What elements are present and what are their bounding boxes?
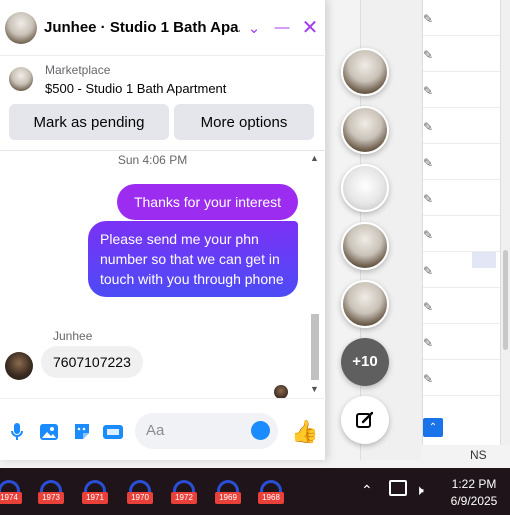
edit-icon: ✎ bbox=[423, 84, 434, 98]
minimize-icon[interactable]: — bbox=[270, 19, 294, 36]
chevron-down-icon[interactable]: ⌄ bbox=[242, 19, 266, 37]
avatar[interactable] bbox=[5, 11, 37, 44]
list-item[interactable]: ✎ bbox=[423, 144, 500, 180]
taskbar-item[interactable]: 1972 bbox=[171, 480, 197, 506]
emoji-icon[interactable] bbox=[251, 421, 270, 440]
image-icon[interactable] bbox=[38, 421, 60, 443]
chevron-up-icon[interactable]: ⌃ bbox=[423, 418, 443, 437]
taskbar-item-label: 1974 bbox=[0, 492, 22, 504]
seen-indicator bbox=[274, 385, 288, 398]
volume-muted-icon[interactable]: 🕨 bbox=[415, 482, 424, 499]
list-item[interactable]: ✎ bbox=[423, 180, 500, 216]
listing-title[interactable]: $500 - Studio 1 Bath Apartment bbox=[45, 81, 226, 96]
gif-icon[interactable] bbox=[102, 421, 124, 443]
edit-icon: ✎ bbox=[423, 228, 434, 242]
mark-as-pending-button[interactable]: Mark as pending bbox=[9, 104, 169, 140]
list-item[interactable]: ✎ bbox=[423, 0, 500, 36]
edit-icon: ✎ bbox=[423, 192, 434, 206]
incoming-message[interactable]: 7607107223 bbox=[41, 346, 143, 378]
message-timestamp: Sun 4:06 PM bbox=[117, 153, 188, 167]
listing-thumbnail[interactable] bbox=[9, 67, 33, 91]
microphone-icon[interactable] bbox=[6, 421, 28, 443]
taskbar-item[interactable]: 1971 bbox=[82, 480, 108, 506]
taskbar-item[interactable]: 1968 bbox=[258, 480, 284, 506]
background-list: ✎ ✎ ✎ ✎ ✎ ✎ ✎ ✎ ✎ ✎ ✎ bbox=[422, 0, 500, 445]
taskbar-item-label: 1968 bbox=[258, 492, 284, 504]
edit-icon: ✎ bbox=[423, 48, 434, 62]
marketplace-listing: Marketplace $500 - Studio 1 Bath Apartme… bbox=[0, 56, 326, 151]
row-highlight bbox=[472, 252, 496, 268]
taskbar-item-label: 1973 bbox=[38, 492, 64, 504]
list-item[interactable]: ✎ bbox=[423, 324, 500, 360]
list-item[interactable]: ✎ bbox=[423, 360, 500, 396]
list-item[interactable]: ✎ bbox=[423, 72, 500, 108]
more-options-button[interactable]: More options bbox=[174, 104, 314, 140]
chat-header: Junhee · Studio 1 Bath Apa... ⌄ — ✕ bbox=[0, 0, 326, 56]
network-icon[interactable] bbox=[389, 480, 407, 496]
clock-time[interactable]: 1:22 PM bbox=[448, 477, 500, 491]
list-item[interactable]: ✎ bbox=[423, 288, 500, 324]
sender-avatar[interactable] bbox=[5, 352, 33, 380]
chat-head[interactable] bbox=[341, 48, 389, 96]
edit-icon: ✎ bbox=[423, 264, 434, 278]
new-message-button[interactable] bbox=[341, 396, 389, 444]
edit-icon: ✎ bbox=[423, 372, 434, 386]
clock-date[interactable]: 6/9/2025 bbox=[444, 494, 504, 508]
list-item[interactable]: ✎ bbox=[423, 216, 500, 252]
taskbar-item[interactable]: 1970 bbox=[127, 480, 153, 506]
list-item[interactable]: ✎ bbox=[423, 108, 500, 144]
taskbar-item[interactable]: 1973 bbox=[38, 480, 64, 506]
edit-icon: ✎ bbox=[423, 12, 434, 26]
chat-window: Junhee · Studio 1 Bath Apa... ⌄ — ✕ Mark… bbox=[0, 0, 326, 460]
outgoing-message[interactable]: Please send me your phn number so that w… bbox=[88, 221, 298, 297]
scroll-up-icon[interactable]: ▲ bbox=[310, 153, 319, 163]
message-composer: Aa 👍 bbox=[0, 398, 326, 460]
outgoing-message[interactable]: Thanks for your interest bbox=[117, 184, 298, 220]
taskbar-item-label: 1969 bbox=[215, 492, 241, 504]
message-scrollbar[interactable]: ▲ ▼ bbox=[308, 151, 322, 398]
edit-icon: ✎ bbox=[423, 120, 434, 134]
edit-icon: ✎ bbox=[423, 336, 434, 350]
close-icon[interactable]: ✕ bbox=[298, 15, 322, 40]
edit-icon: ✎ bbox=[423, 300, 434, 314]
chat-head[interactable] bbox=[341, 280, 389, 328]
taskbar-item[interactable]: 1974 bbox=[0, 480, 22, 506]
background-label: NS bbox=[470, 448, 487, 462]
chevron-up-icon[interactable]: ⌃ bbox=[361, 482, 373, 499]
listing-source: Marketplace bbox=[45, 63, 111, 77]
message-list: Sun 4:06 PM Thanks for your interest Ple… bbox=[0, 151, 326, 398]
scrollbar-thumb[interactable] bbox=[503, 250, 508, 350]
list-item[interactable]: ✎ bbox=[423, 36, 500, 72]
chat-title[interactable]: Junhee · Studio 1 Bath Apa... bbox=[44, 19, 240, 36]
thumbs-up-icon[interactable]: 👍 bbox=[291, 419, 318, 445]
more-chats-button[interactable]: +10 bbox=[341, 338, 389, 386]
chat-head[interactable] bbox=[341, 106, 389, 154]
taskbar: 1974 1973 1971 1970 1972 1969 1968 bbox=[0, 468, 510, 515]
taskbar-item-label: 1970 bbox=[127, 492, 153, 504]
sender-name: Junhee bbox=[53, 329, 93, 343]
scroll-down-icon[interactable]: ▼ bbox=[310, 384, 319, 394]
edit-icon: ✎ bbox=[423, 156, 434, 170]
taskbar-item[interactable]: 1969 bbox=[215, 480, 241, 506]
chat-head[interactable] bbox=[341, 164, 389, 212]
scrollbar-thumb[interactable] bbox=[311, 314, 319, 380]
compose-icon bbox=[356, 411, 374, 428]
chat-head[interactable] bbox=[341, 222, 389, 270]
taskbar-item-label: 1972 bbox=[171, 492, 197, 504]
message-input[interactable]: Aa bbox=[135, 413, 278, 449]
sticker-icon[interactable] bbox=[71, 421, 93, 443]
background-scrollbar[interactable] bbox=[500, 0, 510, 445]
taskbar-item-label: 1971 bbox=[82, 492, 108, 504]
